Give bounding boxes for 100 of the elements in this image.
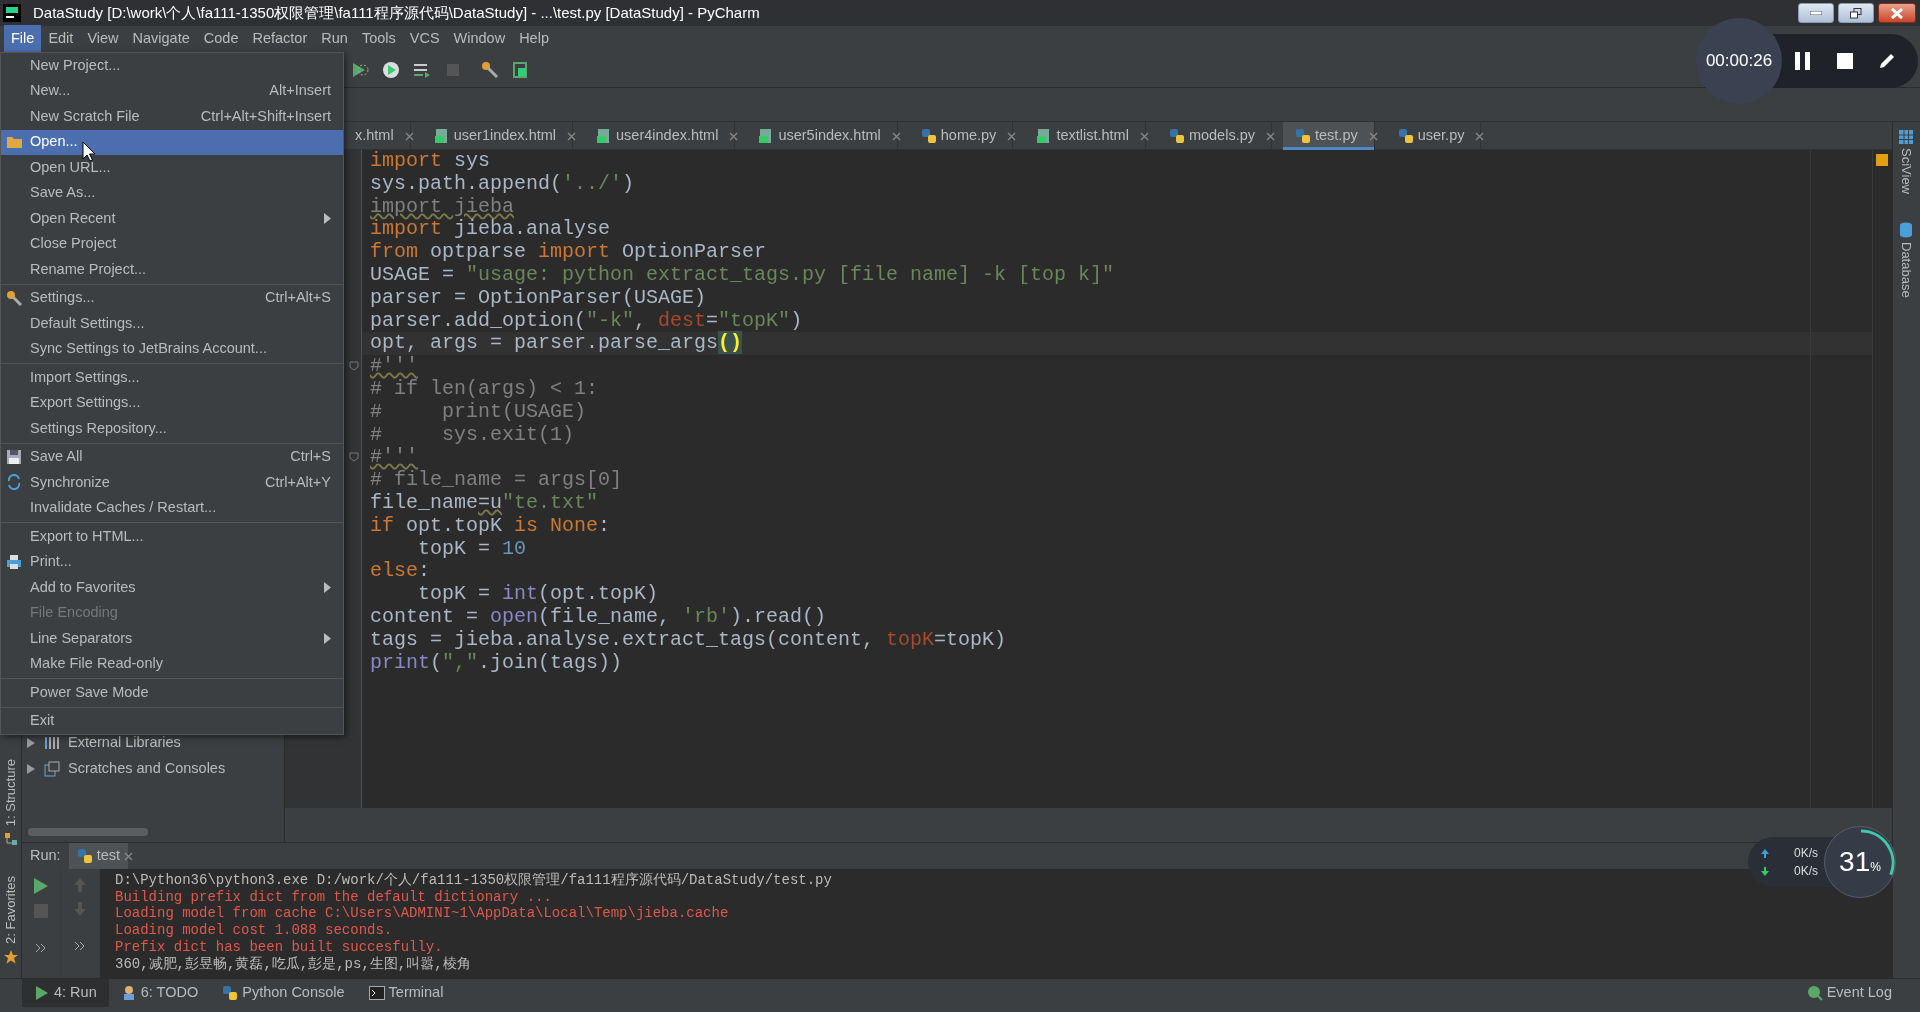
menu-item[interactable]: Make File Read-only <box>1 651 343 677</box>
editor-tab[interactable]: test.py <box>1283 122 1375 150</box>
menu-item[interactable]: Settings Repository... <box>1 416 343 442</box>
run-tab[interactable]: test <box>68 842 128 870</box>
menu-item[interactable]: Window <box>446 25 513 53</box>
menu-item-label: Invalidate Caches / Restart... <box>30 498 217 518</box>
event-log-button[interactable]: Event Log <box>1794 978 1904 1007</box>
shortcut-label: Ctrl+S <box>290 447 331 467</box>
menu-item[interactable]: Open Recent <box>1 206 343 232</box>
tool-window-tab[interactable]: Database <box>1896 242 1916 298</box>
code-line: print(",".join(tags)) <box>369 651 623 675</box>
speed-reading: 0K/s <box>1794 845 1818 862</box>
code-line: if opt.topK is None: <box>369 514 611 538</box>
code-line: import jieba <box>369 195 515 219</box>
tool-window-button[interactable]: Terminal <box>356 978 456 1007</box>
usage-value: 31 <box>1839 845 1871 879</box>
more-icon[interactable] <box>35 943 47 953</box>
menu-item[interactable]: Help <box>512 25 556 53</box>
menu-item-label: Save As... <box>30 183 96 203</box>
expand-arrow-icon[interactable] <box>26 738 36 748</box>
tree-item[interactable]: Scratches and Consoles <box>68 758 226 780</box>
menu-item[interactable]: File <box>4 25 42 53</box>
menu-item[interactable]: New... Alt+Insert <box>1 78 343 104</box>
close-icon[interactable] <box>1475 132 1485 141</box>
menu-item-label: Default Settings... <box>30 313 145 333</box>
structure-icon <box>3 832 18 847</box>
menu-item[interactable]: Line Separators <box>1 626 343 652</box>
tool-window-tab[interactable]: 1: Structure <box>0 758 21 827</box>
close-icon[interactable] <box>404 132 414 141</box>
menu-item[interactable]: Power Save Mode <box>1 680 343 706</box>
expand-arrow-icon[interactable] <box>26 764 36 774</box>
wrench-icon[interactable] <box>480 59 500 80</box>
menu-item[interactable]: Settings... Ctrl+Alt+S <box>1 285 343 311</box>
menu-item[interactable]: Open URL... <box>1 155 343 181</box>
restore-button[interactable] <box>1838 3 1874 23</box>
menu-item[interactable]: Exit <box>1 708 343 734</box>
menu-item[interactable]: Import Settings... <box>1 365 343 391</box>
menu-item[interactable]: Close Project <box>1 231 343 257</box>
python-file-icon <box>920 128 937 144</box>
run-label: Run: <box>29 846 62 866</box>
menu-item[interactable]: View <box>80 25 126 53</box>
menu-item[interactable]: New Project... <box>1 53 343 79</box>
more-icon[interactable] <box>74 941 86 951</box>
menu-item[interactable]: Export to HTML... <box>1 524 343 550</box>
menu-item[interactable]: Save All Ctrl+S <box>1 444 343 470</box>
menu-item[interactable]: Navigate <box>125 25 197 53</box>
stop-icon[interactable] <box>1836 52 1854 70</box>
run-icon[interactable] <box>33 877 49 895</box>
code-line: # print(USAGE) <box>369 400 587 424</box>
menu-item[interactable]: Print... <box>1 549 343 575</box>
minimize-button[interactable] <box>1798 3 1834 23</box>
close-icon[interactable] <box>1139 132 1149 141</box>
menu-item[interactable]: Code <box>196 25 246 53</box>
menu-item[interactable]: Synchronize Ctrl+Alt+Y <box>1 470 343 496</box>
menu-item-label: New Project... <box>30 55 121 75</box>
coverage-icon[interactable] <box>381 59 401 80</box>
fold-marker-icon <box>349 452 359 463</box>
tool-window-tab[interactable]: 2: Favorites <box>0 876 21 944</box>
menu-item[interactable]: Edit <box>41 25 81 53</box>
menu-item[interactable]: Add to Favorites <box>1 575 343 601</box>
menu-item[interactable]: Open... <box>1 129 343 155</box>
menu-item[interactable]: Default Settings... <box>1 311 343 337</box>
console-line: D:\Python36\python3.exe D:/work/个人/fa111-1350权限管理/fa111程序源代码/DataStudy/test.py <box>115 872 832 889</box>
close-icon[interactable] <box>124 851 133 861</box>
menu-item-label: Close Project <box>30 234 117 254</box>
printer-icon <box>6 553 22 570</box>
menu-item[interactable]: Refactor <box>245 25 315 53</box>
library-icon <box>44 735 60 751</box>
menu-item-label: Export Settings... <box>30 393 141 413</box>
close-icon[interactable] <box>891 132 901 141</box>
menu-item[interactable]: VCS <box>402 25 447 53</box>
tool-window-button[interactable]: 6: TODO <box>108 978 211 1007</box>
console-line: 360,减肥,彭昱畅,黄磊,吃瓜,彭是,ps,生图,叫嚣,棱角 <box>115 955 471 973</box>
close-button[interactable] <box>1878 3 1916 23</box>
menu-item[interactable]: New Scratch File Ctrl+Alt+Shift+Insert <box>1 104 343 130</box>
wrench-icon <box>6 289 22 306</box>
menu-item[interactable]: Rename Project... <box>1 257 343 283</box>
code-line: #''' <box>369 355 418 378</box>
close-icon[interactable] <box>1007 132 1017 141</box>
tool-window-button[interactable]: 4: Run <box>22 978 109 1007</box>
run-icon <box>34 984 50 1001</box>
tool-window-tab[interactable]: SciView <box>1896 148 1916 194</box>
menu-item[interactable]: Export Settings... <box>1 390 343 416</box>
close-icon[interactable] <box>1368 132 1378 141</box>
tree-item[interactable]: External Libraries <box>68 732 181 754</box>
menu-item[interactable]: Save As... <box>1 180 343 206</box>
menu-item-label: Settings Repository... <box>30 418 167 438</box>
menu-item[interactable]: Run <box>314 25 355 53</box>
menu-item-label: Rename Project... <box>30 259 147 279</box>
menu-item-label: Power Save Mode <box>30 682 149 702</box>
menu-item[interactable]: Sync Settings to JetBrains Account... <box>1 336 343 362</box>
warning-marker-icon[interactable] <box>1876 154 1888 166</box>
close-icon[interactable] <box>729 132 739 141</box>
close-icon[interactable] <box>567 132 577 141</box>
menu-item[interactable]: Tools <box>354 25 403 53</box>
menu-item[interactable]: Invalidate Caches / Restart... <box>1 495 343 521</box>
close-icon[interactable] <box>1266 132 1275 141</box>
pause-icon[interactable] <box>1794 51 1812 71</box>
scrollbar-thumb[interactable] <box>28 828 148 836</box>
tool-window-button[interactable]: Python Console <box>210 978 357 1007</box>
